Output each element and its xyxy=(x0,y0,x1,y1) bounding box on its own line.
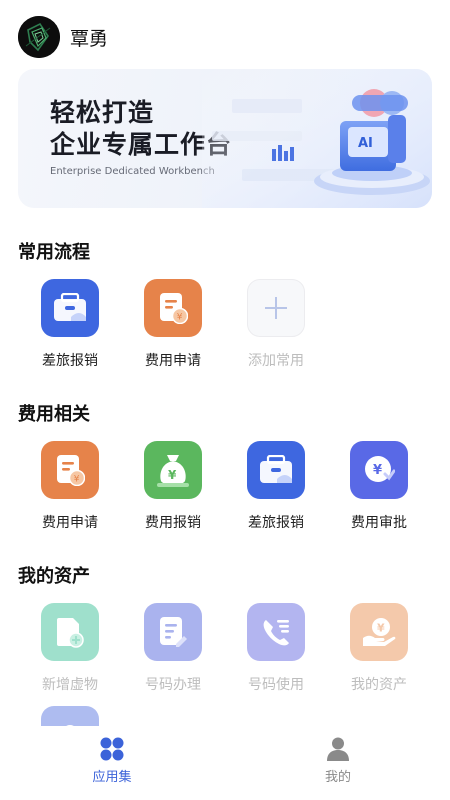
edit-document-icon xyxy=(144,603,202,661)
app-expense-application[interactable]: ¥ 费用申请 xyxy=(121,279,225,370)
ai-illustration-icon: AI xyxy=(202,69,432,208)
app-my-assets[interactable]: ¥ 我的资产 xyxy=(327,603,431,694)
app-label: 差旅报销 xyxy=(248,515,304,531)
app-label: 费用申请 xyxy=(42,515,98,531)
bottom-tab-bar: 应用集 我的 xyxy=(0,726,450,800)
section-title-common: 常用流程 xyxy=(18,242,90,263)
new-document-icon xyxy=(41,603,99,661)
app-travel-reimbursement[interactable]: 差旅报销 xyxy=(18,279,122,370)
username: 覃勇 xyxy=(70,27,109,50)
app-label: 差旅报销 xyxy=(42,353,98,369)
user-icon xyxy=(327,737,349,761)
plus-icon xyxy=(247,279,305,337)
tab-mine[interactable]: 我的 xyxy=(278,736,398,785)
add-common-button[interactable]: 添加常用 xyxy=(224,279,328,370)
user-header: 覃勇 xyxy=(18,14,108,60)
tab-mine-label: 我的 xyxy=(324,770,351,785)
svg-text:¥: ¥ xyxy=(177,313,183,323)
app-expense-approval[interactable]: ¥ 费用审批 xyxy=(327,441,431,532)
promo-banner[interactable]: 轻松打造 企业专属工作台 Enterprise Dedicated Workbe… xyxy=(18,69,432,208)
app-label: 号码使用 xyxy=(248,677,304,693)
section-title-expense: 费用相关 xyxy=(18,404,90,425)
tab-apps[interactable]: 应用集 xyxy=(52,736,172,785)
svg-text:¥: ¥ xyxy=(74,475,80,485)
app-label: 我的资产 xyxy=(351,677,407,693)
app-new-virtual-item[interactable]: 新增虚物 xyxy=(18,603,122,694)
app-label: 新增虚物 xyxy=(42,677,98,693)
receipt-icon: ¥ xyxy=(144,279,202,337)
briefcase-icon xyxy=(247,441,305,499)
svg-text:¥: ¥ xyxy=(377,622,385,635)
svg-text:¥: ¥ xyxy=(373,463,382,478)
banner-art-label: AI xyxy=(358,136,373,151)
grid-apps-icon xyxy=(100,737,124,761)
approval-icon: ¥ xyxy=(350,441,408,499)
section-title-assets: 我的资产 xyxy=(18,566,90,587)
app-expense-reimbursement[interactable]: ¥ 费用报销 xyxy=(121,441,225,532)
avatar[interactable] xyxy=(18,16,60,58)
money-bag-icon: ¥ xyxy=(144,441,202,499)
svg-text:¥: ¥ xyxy=(168,468,177,482)
hand-coin-icon: ¥ xyxy=(350,603,408,661)
phone-list-icon xyxy=(247,603,305,661)
app-label: 费用审批 xyxy=(351,515,407,531)
receipt-icon: ¥ xyxy=(41,441,99,499)
app-number-processing[interactable]: 号码办理 xyxy=(121,603,225,694)
app-travel-reimbursement-2[interactable]: 差旅报销 xyxy=(224,441,328,532)
app-label: 费用申请 xyxy=(145,353,201,369)
banner-subtitle: Enterprise Dedicated Workbench xyxy=(50,166,215,177)
app-label: 号码办理 xyxy=(145,677,201,693)
app-number-usage[interactable]: 号码使用 xyxy=(224,603,328,694)
tab-apps-label: 应用集 xyxy=(92,770,132,785)
app-label: 费用报销 xyxy=(145,515,201,531)
briefcase-icon xyxy=(41,279,99,337)
app-label: 添加常用 xyxy=(248,353,304,369)
app-expense-application-2[interactable]: ¥ 费用申请 xyxy=(18,441,122,532)
